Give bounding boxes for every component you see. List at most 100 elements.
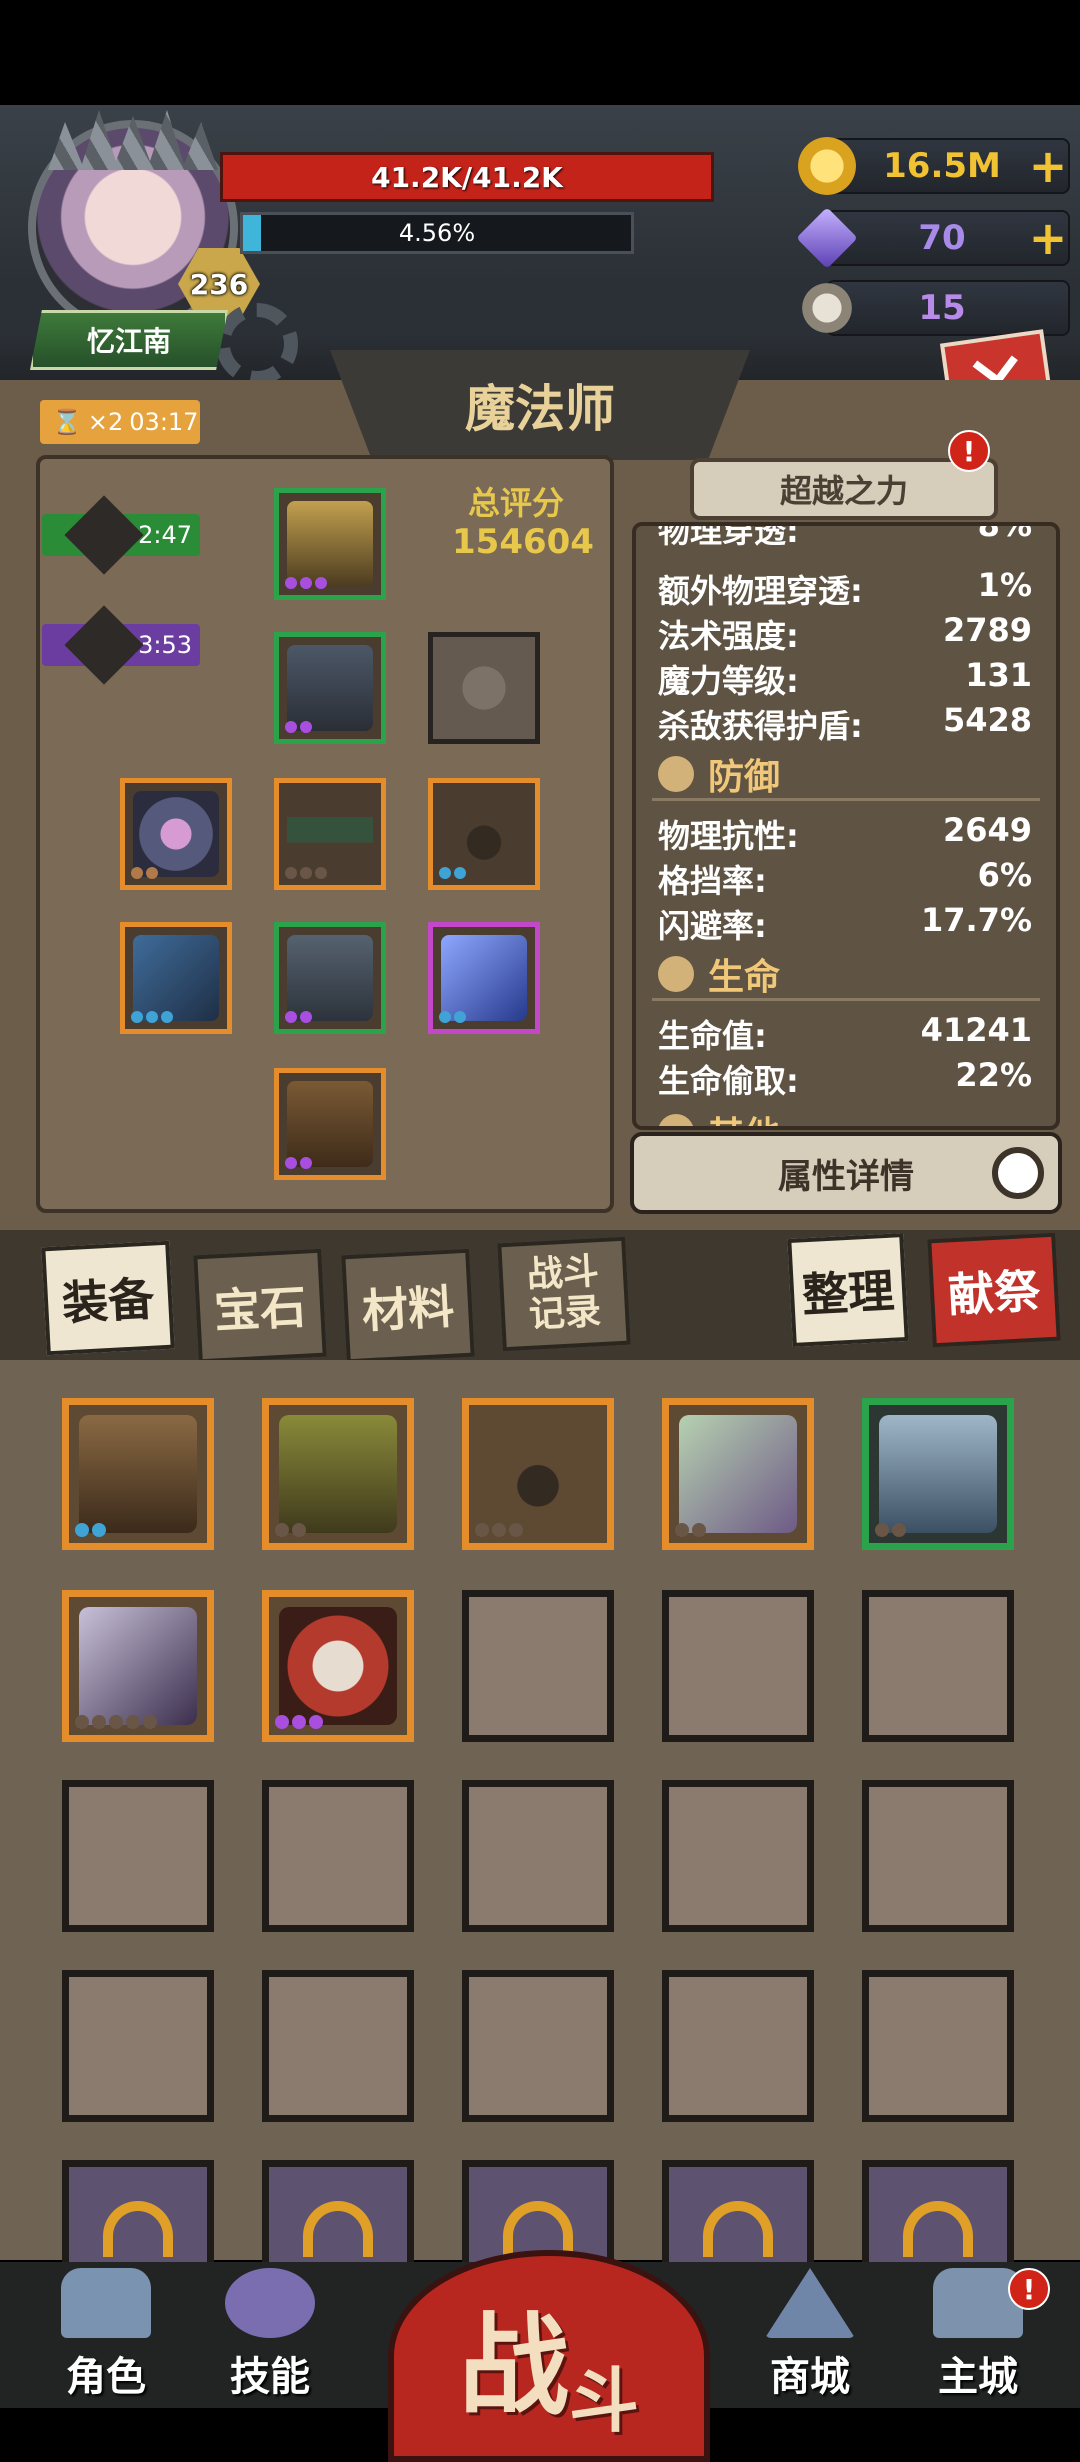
inventory-item-slot[interactable] <box>62 1398 214 1550</box>
empty-inventory-slot[interactable] <box>262 1780 414 1932</box>
hourglass-icon: ⌛ <box>52 408 82 436</box>
empty-inventory-slot[interactable] <box>262 1970 414 2122</box>
shield-slot[interactable] <box>120 778 232 890</box>
xp-fill <box>243 215 261 251</box>
score-label: 总评分 <box>468 484 565 522</box>
stat-row: 闪避率: 17.7% <box>658 901 1032 945</box>
empty-inventory-slot[interactable] <box>862 1590 1014 1742</box>
empty-inventory-slot[interactable] <box>862 1970 1014 2122</box>
stat-row: 格挡率: 6% <box>658 856 1032 900</box>
spiked-pants-icon <box>287 935 373 1021</box>
other-header: 其他 <box>658 1106 780 1126</box>
lock-icon <box>703 2201 773 2257</box>
stat-row: 额外物理穿透: 1% <box>658 566 1032 610</box>
lock-icon <box>503 2201 573 2257</box>
stat-row: 生命值: 41241 <box>658 1011 1032 1055</box>
nav-shop[interactable]: 商城 <box>740 2262 880 2402</box>
hp-bar: 41.2K/41.2K <box>220 152 714 202</box>
player-name-plate[interactable]: 忆江南 <box>30 310 228 370</box>
sacrifice-button[interactable]: 献祭 <box>927 1232 1061 1348</box>
player-level: 236 <box>189 267 249 301</box>
fight-label-a: 战 <box>459 2302 569 2430</box>
attribute-details-button[interactable]: 属性详情 <box>630 1132 1062 1214</box>
lock-icon <box>303 2201 373 2257</box>
stat-row: 杀敌获得护盾: 5428 <box>658 701 1032 745</box>
belt-slot[interactable] <box>274 778 386 890</box>
locked-inventory-slot[interactable] <box>62 2160 214 2270</box>
xp-text: 4.56% <box>398 219 476 247</box>
add-gold-button[interactable]: + <box>1028 143 1068 189</box>
ramhorn-value: 15 <box>918 288 966 328</box>
empty-inventory-slot[interactable] <box>662 1780 814 1932</box>
ram-horn-icon <box>798 279 856 337</box>
inventory-item-slot[interactable] <box>262 1398 414 1550</box>
nav-role[interactable]: 角色 <box>36 2262 176 2402</box>
stats-list[interactable]: 物理穿透: 8% 额外物理穿透: 1% 法术强度: 2789 魔力等级: 131 杀敌获… <box>632 522 1060 1130</box>
empty-inventory-slot[interactable] <box>62 1780 214 1932</box>
settings-gear-icon[interactable] <box>216 303 298 385</box>
stat-row: 物理穿透: 8% <box>658 522 1032 550</box>
score-value: 154604 <box>452 522 594 562</box>
boots-slot[interactable] <box>274 1068 386 1180</box>
locked-inventory-slot[interactable] <box>862 2160 1014 2270</box>
empty-inventory-slot[interactable] <box>462 1780 614 1932</box>
pants-slot[interactable] <box>274 922 386 1034</box>
crystal-value: 70 <box>918 218 966 258</box>
ice-armor-icon <box>879 1415 997 1533</box>
empty-inventory-slot[interactable] <box>462 1590 614 1742</box>
crown-helmet-icon <box>287 501 373 587</box>
inventory-item-slot[interactable] <box>862 1398 1014 1550</box>
tab-gems[interactable]: 宝石 <box>193 1248 327 1364</box>
tab-equipment[interactable]: 装备 <box>41 1240 175 1356</box>
luck-buff[interactable]: 02:47 <box>42 495 200 575</box>
inventory-item-slot[interactable] <box>262 1590 414 1742</box>
helmet-slot[interactable] <box>274 488 386 600</box>
add-crystal-button[interactable]: + <box>1028 215 1068 261</box>
sort-button[interactable]: 整理 <box>787 1233 909 1347</box>
double-timer[interactable]: ⌛ ×2 03:17 <box>40 400 200 444</box>
empty-inventory-slot[interactable] <box>862 1780 1014 1932</box>
helmet-icon <box>61 2268 151 2338</box>
nav-skill[interactable]: 技能 <box>200 2262 340 2402</box>
transcend-power-button[interactable]: 超越之力 <box>690 458 998 520</box>
fight-button[interactable]: 战斗 <box>388 2250 710 2462</box>
inventory-item-slot[interactable] <box>62 1590 214 1742</box>
empty-inventory-slot[interactable] <box>662 1970 814 2122</box>
necklace-icon <box>441 791 527 877</box>
class-title: 魔法师 <box>465 380 615 438</box>
ramhorn-resource: 15 <box>798 279 1070 337</box>
empty-offhand-slot[interactable] <box>428 632 540 744</box>
armor-slot[interactable] <box>274 632 386 744</box>
locked-inventory-slot[interactable] <box>662 2160 814 2270</box>
hammer-buff[interactable]: 13:53 <box>42 605 200 685</box>
class-title-banner: 魔法师 <box>330 350 750 460</box>
locked-inventory-slot[interactable] <box>262 2160 414 2270</box>
empty-inventory-slot[interactable] <box>62 1970 214 2122</box>
shield-icon <box>658 756 694 792</box>
lock-icon <box>903 2201 973 2257</box>
inventory-item-slot[interactable] <box>662 1398 814 1550</box>
inventory-item-slot[interactable] <box>462 1398 614 1550</box>
red-ring-icon <box>279 1607 397 1725</box>
star-scroll-icon <box>441 935 527 1021</box>
necklace-slot[interactable] <box>428 778 540 890</box>
gold-belt-icon <box>279 1415 397 1533</box>
weapon-slot[interactable] <box>120 922 232 1034</box>
tab-materials[interactable]: 材料 <box>341 1248 475 1364</box>
city-alert-icon: ! <box>1008 2268 1050 2310</box>
empty-inventory-slot[interactable] <box>462 1970 614 2122</box>
boots-icon <box>287 1081 373 1167</box>
scroll-slot[interactable] <box>428 922 540 1034</box>
hp-text: 41.2K/41.2K <box>371 160 563 194</box>
spiked-armor-icon <box>287 645 373 731</box>
timer-time: 03:17 <box>129 408 199 436</box>
tab-battle-log[interactable]: 战斗 记录 <box>497 1236 631 1352</box>
empty-inventory-slot[interactable] <box>662 1590 814 1742</box>
prism-relic-icon <box>679 1415 797 1533</box>
gold-resource: 16.5M + <box>798 137 1070 195</box>
bat-necklace-icon <box>479 1415 597 1533</box>
dragon-staff-icon <box>133 935 219 1021</box>
status-bar <box>0 0 1080 105</box>
xp-bar: 4.56% <box>240 212 634 254</box>
swirl-icon <box>225 2268 315 2338</box>
